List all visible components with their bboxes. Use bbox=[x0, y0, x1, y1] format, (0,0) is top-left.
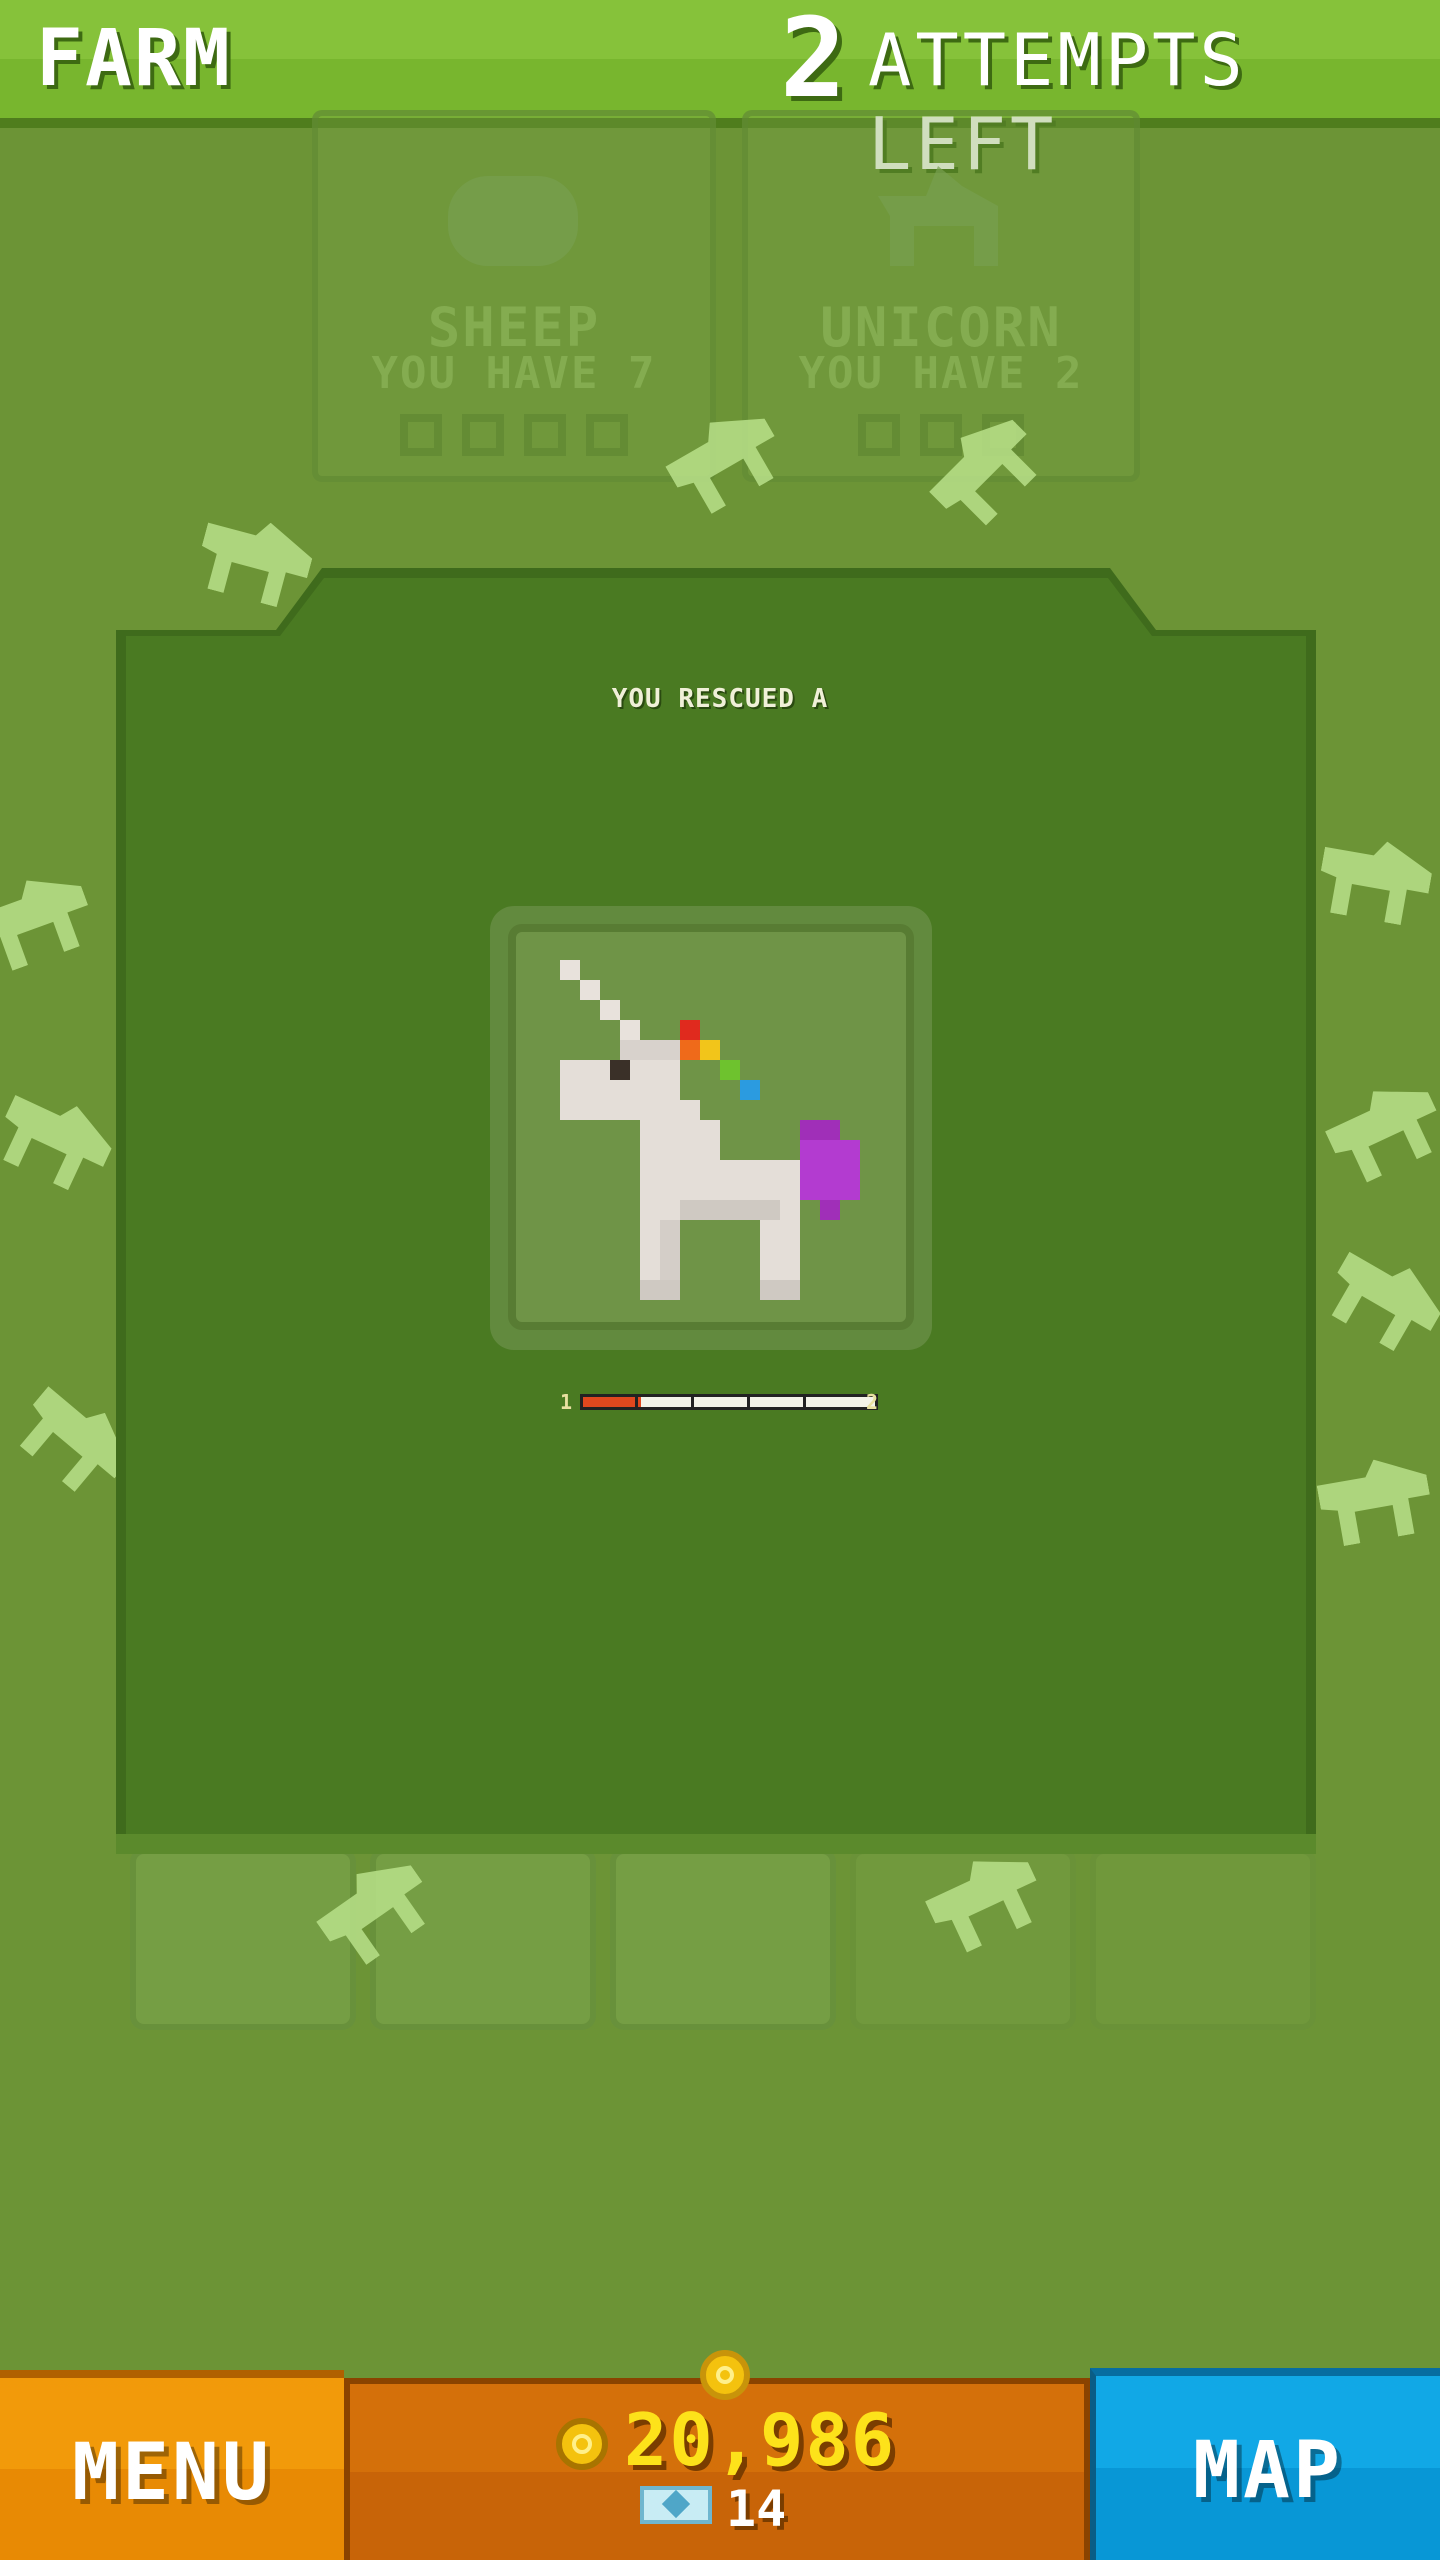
rescue-title: YOU RESCUED A bbox=[611, 684, 829, 714]
farm-slot bbox=[610, 1848, 836, 2030]
farm-slot bbox=[130, 1848, 356, 2030]
progress-start-label: 1 bbox=[560, 1390, 573, 1414]
gem-balance: 14 bbox=[726, 2480, 787, 2538]
attempts-count: 2 bbox=[780, 0, 847, 122]
farm-slot bbox=[1090, 1848, 1316, 2030]
sheep-card-slots bbox=[318, 414, 710, 460]
unicorn-card-icon bbox=[878, 166, 998, 266]
page-title: FARM bbox=[36, 14, 232, 104]
coin-balance: 20,986 bbox=[624, 2398, 897, 2482]
floating-unicorn-icon bbox=[192, 507, 319, 613]
top-bar: FARM 2 ATTEMPTS LEFT bbox=[0, 0, 1440, 186]
floating-unicorn-icon bbox=[0, 1081, 122, 1200]
floating-unicorn-icon bbox=[1314, 831, 1436, 929]
floating-unicorn-icon bbox=[1314, 1451, 1436, 1549]
progress-divider bbox=[635, 1397, 638, 1407]
sheep-card-count: YOU HAVE 7 bbox=[371, 348, 657, 399]
gem-icon bbox=[640, 2486, 712, 2524]
menu-button-label: MENU bbox=[72, 2428, 272, 2518]
map-button[interactable]: MAP bbox=[1090, 2368, 1440, 2560]
rescue-progress-bar bbox=[580, 1394, 878, 1410]
unicorn-card-count: YOU HAVE 2 bbox=[798, 348, 1084, 399]
floating-unicorn-icon bbox=[1318, 1071, 1440, 1190]
floating-unicorn-icon bbox=[0, 864, 100, 977]
unicorn-card: UNICORN YOU HAVE 2 bbox=[742, 110, 1140, 482]
coin-icon bbox=[700, 2350, 750, 2400]
progress-end-label: 2 bbox=[866, 1390, 879, 1414]
progress-fill bbox=[583, 1397, 642, 1407]
progress-divider bbox=[803, 1397, 806, 1407]
dialog-edge bbox=[116, 1834, 1316, 1854]
sheep-card: SHEEP YOU HAVE 7 bbox=[312, 110, 716, 482]
map-button-label: MAP bbox=[1193, 2426, 1343, 2516]
floating-unicorn-icon bbox=[1317, 1238, 1440, 1362]
coin-icon bbox=[556, 2418, 608, 2470]
sheep-icon bbox=[448, 176, 578, 266]
progress-divider bbox=[691, 1397, 694, 1407]
progress-divider bbox=[747, 1397, 750, 1407]
unicorn-card-slots bbox=[748, 414, 1134, 460]
unicorn-icon bbox=[560, 960, 860, 1300]
menu-button[interactable]: MENU bbox=[0, 2370, 344, 2560]
